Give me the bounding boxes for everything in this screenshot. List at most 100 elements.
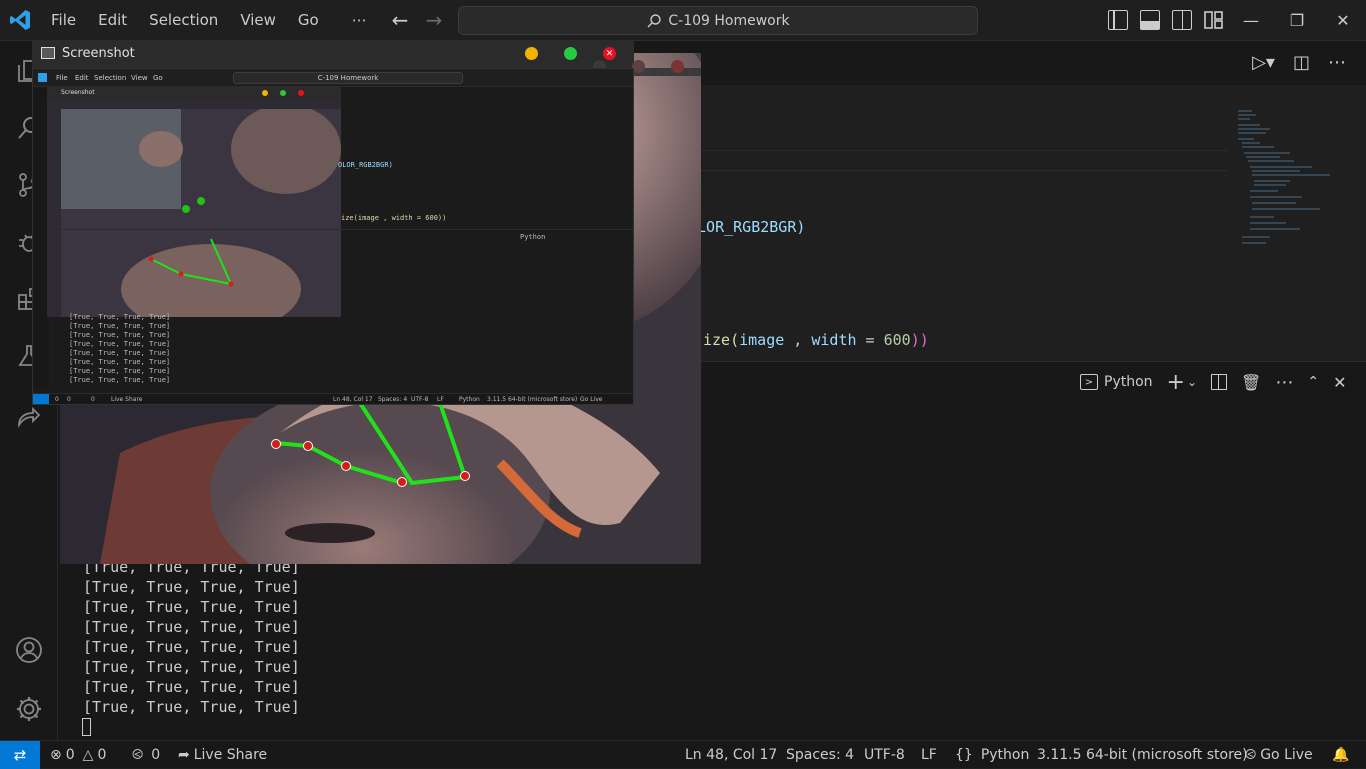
close-icon[interactable]: ✕ bbox=[1320, 0, 1366, 41]
toggle-primary-sidebar-icon[interactable] bbox=[1108, 10, 1128, 30]
terminal-line: [True, True, True, True] bbox=[83, 698, 300, 716]
warning-icon: △ bbox=[82, 747, 94, 763]
close-panel-icon[interactable]: ✕ bbox=[1333, 373, 1346, 392]
command-center-label: C-109 Homework bbox=[668, 12, 790, 29]
nested-menu-go: Go bbox=[153, 74, 163, 82]
nested-terminal-line: [True, True, True, True] bbox=[69, 367, 171, 375]
maximize-dot-icon[interactable] bbox=[564, 47, 577, 60]
python-interpreter[interactable]: 3.11.5 64-bit (microsoft store) bbox=[1037, 741, 1248, 769]
nested-status-bar: 0 0 0 Live Share Ln 48, Col 17 Spaces: 4… bbox=[33, 393, 633, 404]
toggle-secondary-sidebar-icon[interactable] bbox=[1172, 10, 1192, 30]
forward-arrow-icon[interactable]: → bbox=[422, 8, 446, 32]
restore-icon[interactable]: ❐ bbox=[1274, 0, 1320, 41]
run-python-file-icon[interactable]: ▷▾ bbox=[1252, 52, 1275, 73]
outer-close-dot-icon[interactable] bbox=[671, 60, 684, 73]
nested-panel-border bbox=[49, 229, 633, 230]
window-app-icon bbox=[41, 47, 55, 59]
nested-cursor-position: Ln 48, Col 17 bbox=[333, 396, 373, 403]
go-live-label: Go Live bbox=[1260, 747, 1313, 763]
code-token: , bbox=[784, 331, 812, 349]
go-live-button[interactable]: ⧀ Go Live bbox=[1245, 741, 1313, 769]
maximize-panel-chevron-up-icon[interactable]: ⌃ bbox=[1307, 374, 1319, 390]
nested-live-share: Live Share bbox=[111, 396, 143, 403]
accounts-icon[interactable] bbox=[13, 634, 45, 666]
nested-menu-selection: Selection bbox=[94, 74, 127, 82]
menu-edit[interactable]: Edit bbox=[87, 0, 138, 41]
nested-vscode-logo-icon bbox=[38, 73, 47, 82]
nested-code-line-2: ize(image , width = 600)) bbox=[341, 214, 447, 222]
nested-panel-label: Python bbox=[520, 233, 546, 241]
nested-interpreter: 3.11.5 64-bit (microsoft store) bbox=[487, 396, 578, 403]
code-token: width bbox=[811, 331, 857, 349]
terminal-actions: > Python + ⌄ 🗑 ⋯ ⌃ ✕ bbox=[1080, 370, 1346, 395]
live-share-status-icon: ➦ bbox=[178, 747, 190, 763]
close-dot-icon[interactable]: ✕ bbox=[603, 47, 616, 60]
code-token: )) bbox=[910, 331, 929, 349]
nested-terminal-line: [True, True, True, True] bbox=[69, 313, 171, 321]
ports-count: 0 bbox=[151, 747, 161, 763]
menu-view[interactable]: View bbox=[229, 0, 287, 41]
kill-terminal-trash-icon[interactable]: 🗑 bbox=[1241, 373, 1261, 392]
status-bar: ⇄ ⊗ 0 △ 0 ⧀ 0 ➦ Live Share Ln 48, Col 17 Spa… bbox=[0, 740, 1366, 769]
problems-indicator[interactable]: ⊗ 0 △ 0 bbox=[50, 741, 106, 769]
minimize-dot-icon[interactable] bbox=[525, 47, 538, 60]
menu-selection[interactable]: Selection bbox=[138, 0, 229, 41]
nested-terminal-line: [True, True, True, True] bbox=[69, 331, 171, 339]
search-icon bbox=[647, 13, 662, 27]
ports-indicator[interactable]: ⧀ 0 bbox=[132, 741, 160, 769]
terminal-line: [True, True, True, True] bbox=[83, 678, 300, 696]
live-share-icon[interactable] bbox=[13, 402, 45, 434]
window-controls: — ❐ ✕ bbox=[1228, 0, 1366, 41]
split-terminal-icon[interactable] bbox=[1211, 374, 1228, 390]
remote-window-icon[interactable]: ⇄ bbox=[0, 741, 40, 769]
chevron-down-icon[interactable]: ⌄ bbox=[1187, 375, 1197, 389]
nested-terminal-line: [True, True, True, True] bbox=[69, 340, 171, 348]
nested-ports-count: 0 bbox=[91, 396, 95, 403]
manage-gear-icon[interactable] bbox=[13, 693, 45, 725]
code-token: OLOR_RGB2BGR) bbox=[688, 218, 806, 236]
double-nested-title: Screenshot bbox=[61, 89, 95, 96]
indentation[interactable]: Spaces: 4 bbox=[786, 741, 854, 769]
navigation-arrows: ← → bbox=[388, 8, 446, 32]
nested-vscode-capture: File Edit Selection View Go C-109 Homewo… bbox=[32, 68, 634, 405]
nested-code-line-1: OLOR_RGB2BGR) bbox=[338, 161, 393, 169]
terminal-icon[interactable]: > bbox=[1080, 374, 1098, 390]
code-token: = bbox=[856, 331, 884, 349]
vscode-logo-icon bbox=[10, 10, 30, 30]
nested-language: Python bbox=[459, 396, 480, 403]
end-of-line[interactable]: LF bbox=[921, 741, 937, 769]
live-share-label: Live Share bbox=[193, 747, 268, 763]
split-editor-icon[interactable]: ◫ bbox=[1293, 52, 1310, 73]
screenshot-window-titlebar: Screenshot ✕ bbox=[32, 40, 634, 68]
terminal-line: [True, True, True, True] bbox=[83, 578, 300, 596]
code-token: image bbox=[739, 331, 785, 349]
menu-file[interactable]: File bbox=[40, 0, 87, 41]
nested-spaces: Spaces: 4 bbox=[378, 396, 408, 403]
double-nested-minimize-dot-icon bbox=[262, 90, 268, 96]
command-center-search[interactable]: C-109 Homework bbox=[458, 6, 978, 35]
back-arrow-icon[interactable]: ← bbox=[388, 8, 412, 32]
menu-go[interactable]: Go bbox=[287, 0, 330, 41]
title-bar: File Edit Selection View Go ⋯ ← → C-109 … bbox=[0, 0, 1366, 41]
notifications-bell-icon[interactable]: 🔔 bbox=[1332, 741, 1349, 769]
double-nested-titlebar: Screenshot bbox=[47, 87, 341, 99]
customize-layout-icon[interactable] bbox=[1204, 10, 1224, 30]
double-nested-camera-image bbox=[61, 109, 341, 317]
encoding[interactable]: UTF-8 bbox=[864, 741, 905, 769]
nested-command-center: C-109 Homework bbox=[233, 72, 463, 84]
more-actions-icon[interactable]: ⋯ bbox=[1328, 52, 1346, 73]
toggle-panel-icon[interactable] bbox=[1140, 10, 1160, 30]
menu-more[interactable]: ⋯ bbox=[330, 0, 378, 41]
terminal-cursor bbox=[82, 718, 91, 736]
minimap[interactable] bbox=[1230, 109, 1350, 259]
cursor-position[interactable]: Ln 48, Col 17 bbox=[685, 741, 777, 769]
new-terminal-icon[interactable]: + bbox=[1167, 370, 1185, 395]
language-label: Python bbox=[980, 747, 1030, 763]
minimize-icon[interactable]: — bbox=[1228, 0, 1274, 41]
code-token: 600 bbox=[883, 331, 911, 349]
live-share-status[interactable]: ➦ Live Share bbox=[178, 741, 267, 769]
terminal-name[interactable]: Python bbox=[1104, 374, 1153, 390]
language-mode[interactable]: {} Python bbox=[955, 741, 1029, 769]
more-terminal-actions-icon[interactable]: ⋯ bbox=[1275, 372, 1293, 393]
error-icon: ⊗ bbox=[50, 747, 62, 763]
